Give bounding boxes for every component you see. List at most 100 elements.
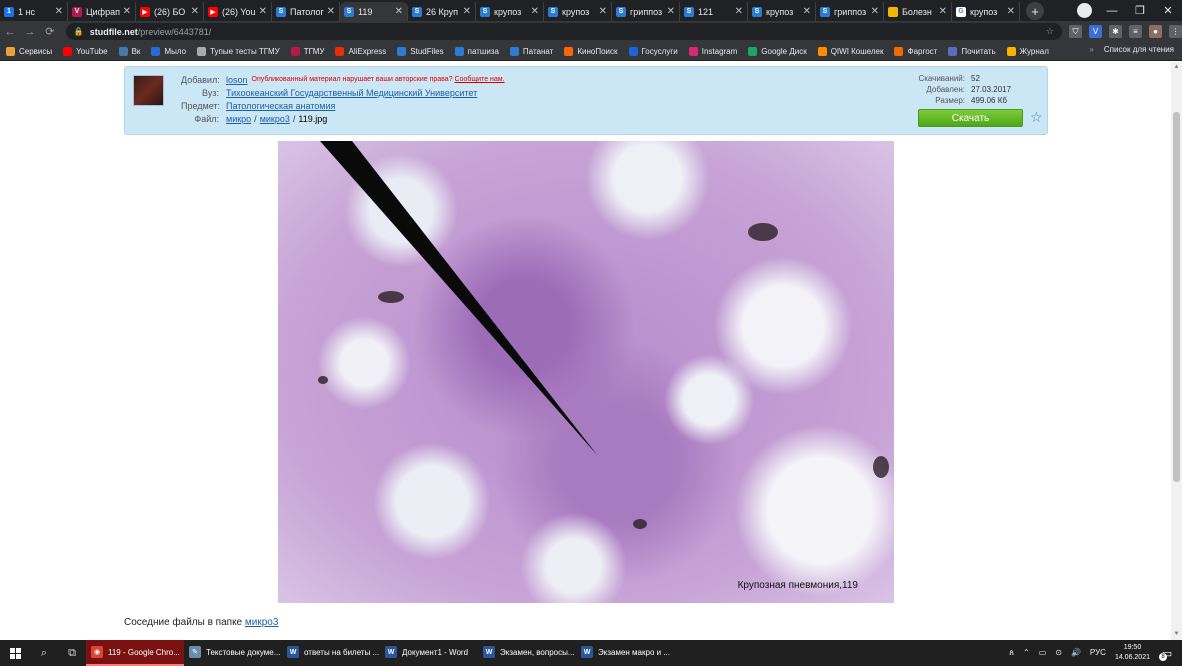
tab[interactable]: 1 1 нс ✕ [0,2,68,21]
search-icon[interactable]: ⌕ [30,647,58,660]
tab-label: крупоз [766,6,794,17]
bookmark-item[interactable]: Госуслуги [628,46,678,56]
download-button[interactable]: Скачать [918,109,1023,127]
bookmark-item[interactable]: Instagram [688,46,737,56]
tab-search-icon[interactable] [1077,3,1092,18]
taskbar-app[interactable]: Wответы на билеты ... [282,640,380,666]
bookmark-item[interactable]: Сервисы [6,46,52,56]
tab-close-icon[interactable]: ✕ [55,6,63,17]
taskbar-app[interactable]: W Экзамен, вопросы... [478,640,576,666]
tab-close-icon[interactable]: ✕ [395,6,403,17]
tab[interactable]: Gкрупоз ✕ [952,2,1020,21]
taskbar-app[interactable]: W Документ1 - Word [380,640,478,666]
reload-button[interactable]: ⟳ [40,25,60,38]
tab-close-icon[interactable]: ✕ [327,6,335,17]
taskbar-app[interactable]: ✎ Текстовые докуме... [184,640,282,666]
tab-close-icon[interactable]: ✕ [191,6,199,17]
scrollbar-thumb[interactable] [1173,112,1180,482]
folder-link-micro3[interactable]: микро3 [260,114,290,124]
bookmark-item[interactable]: Фаргост [894,46,937,56]
tray-icon[interactable]: ⊙ [1055,648,1062,658]
tray-icon[interactable]: 🔊 [1071,648,1081,658]
scroll-up-icon[interactable]: ▲ [1173,64,1180,71]
pigment-spot [633,519,647,529]
menu-dots-icon[interactable]: ⋮ [1169,25,1182,38]
tab-close-icon[interactable]: ✕ [939,6,947,17]
tab-close-icon[interactable]: ✕ [871,6,879,17]
tab[interactable]: ▶ (26) You ✕ [204,2,272,21]
bookmark-item[interactable]: Патанат [509,46,553,56]
url-input[interactable]: 🔒 studfile.net/preview/6443781/ ☆ [65,23,1062,40]
minimize-button[interactable]: — [1098,5,1126,17]
profile-avatar-icon[interactable]: ● [1149,25,1162,38]
folder-link-micro[interactable]: микро [226,114,251,124]
bookmark-favicon-icon [564,46,574,56]
new-tab-button[interactable]: + [1026,2,1044,20]
university-link[interactable]: Тихоокеанский Государственный Медицински… [226,88,477,98]
bookmark-item[interactable]: Тупые тесты ТГМУ [197,46,280,56]
tab[interactable]: Sгриппоз ✕ [816,2,884,21]
tab-close-icon[interactable]: ✕ [735,6,743,17]
tab-close-icon[interactable]: ✕ [463,6,471,17]
task-view-icon[interactable]: ⧉ [58,647,86,660]
bookmark-item[interactable]: YouTube [63,46,108,56]
start-button[interactable] [0,640,30,666]
reading-list-icon[interactable]: ≡ [1129,25,1142,38]
tab-close-icon[interactable]: ✕ [531,6,539,17]
tray-icon[interactable]: ጰ [1009,648,1014,658]
bookmark-item[interactable]: Журнал [1006,46,1049,56]
maximize-button[interactable]: ❐ [1126,4,1154,17]
bookmark-item[interactable]: Мыло [151,46,186,56]
avatar[interactable] [133,75,164,106]
bookmark-item[interactable]: Почитать [948,46,996,56]
report-link[interactable]: Сообщите нам. [455,76,505,83]
tab-close-icon[interactable]: ✕ [667,6,675,17]
tab[interactable]: Sгриппоз ✕ [612,2,680,21]
tab-close-icon[interactable]: ✕ [1007,6,1015,17]
puzzle-extension-icon[interactable]: ✱ [1109,25,1122,38]
tray-icon[interactable]: РУС [1090,648,1106,658]
tab[interactable]: ▶ (26) БО ✕ [136,2,204,21]
bookmark-item[interactable]: ТГМУ [290,46,324,56]
bookmark-item[interactable]: AliExpress [335,46,386,56]
tab[interactable]: Болезн ✕ [884,2,952,21]
author-link[interactable]: loson [226,75,248,85]
notifications-icon[interactable]: ▭ 8 [1158,645,1176,661]
taskbar-app[interactable]: ◉ 119 - Google Chro... [86,640,184,666]
taskbar-app[interactable]: W Экзамен макро и ... [576,640,674,666]
tab[interactable]: S Патолог ✕ [272,2,340,21]
tab[interactable]: S 121 ✕ [680,2,748,21]
tab[interactable]: V Цифрап ✕ [68,2,136,21]
tab-close-icon[interactable]: ✕ [259,6,267,17]
page-scrollbar[interactable]: ▲ ▼ [1171,62,1182,640]
reading-list-button[interactable]: Список для чтения [1104,45,1174,54]
scroll-down-icon[interactable]: ▼ [1173,631,1180,638]
bookmark-item[interactable]: QIWI Кошелек [817,46,883,56]
bookmark-item[interactable]: патшиза [454,46,499,56]
shield-extension-icon[interactable]: ⛉ [1069,25,1082,38]
tab-close-icon[interactable]: ✕ [803,6,811,17]
bookmark-item[interactable]: КиноПоиск [564,46,618,56]
clock[interactable]: 19:50 14.06.2021 [1115,643,1150,663]
tab[interactable]: Sкрупоз ✕ [476,2,544,21]
tray-icon[interactable]: ▭ [1039,648,1047,658]
favorite-star-icon[interactable]: ☆ [1030,109,1044,125]
forward-button[interactable]: → [20,26,40,38]
bookmark-star-icon[interactable]: ☆ [1046,26,1054,37]
back-button[interactable]: ← [0,26,20,38]
v-extension-icon[interactable]: V [1089,25,1102,38]
close-window-button[interactable]: ✕ [1154,4,1182,17]
tab-close-icon[interactable]: ✕ [599,6,607,17]
tab[interactable]: Sкрупоз ✕ [544,2,612,21]
bookmark-item[interactable]: Google Диск [748,46,807,56]
tab[interactable]: S 26 Круп ✕ [408,2,476,21]
tray-icon[interactable]: ⌃ [1023,648,1030,658]
neighbor-folder-link[interactable]: микро3 [245,617,279,628]
tab[interactable]: S 119 ✕ [340,2,408,21]
tab[interactable]: Sкрупоз ✕ [748,2,816,21]
tab-close-icon[interactable]: ✕ [123,6,131,17]
subject-link[interactable]: Патологическая анатомия [226,101,335,111]
bookmark-item[interactable]: StudFiles [397,46,444,56]
bookmark-item[interactable]: Вк [118,46,140,56]
bookmarks-more-button[interactable]: » [1089,45,1093,54]
